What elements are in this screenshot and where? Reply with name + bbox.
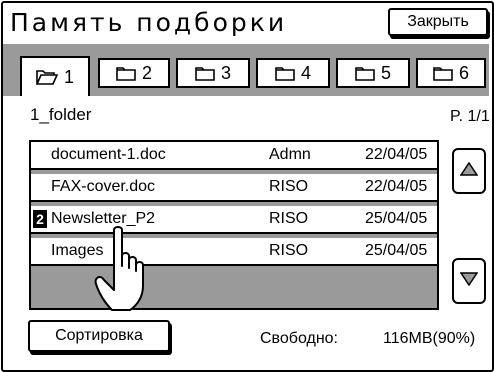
- folder-name: 1_folder: [30, 105, 92, 124]
- file-owner: Admn: [269, 146, 311, 163]
- file-date: 25/04/05: [365, 242, 428, 259]
- tab-label: 2: [141, 62, 152, 83]
- file-owner: RISO: [269, 210, 309, 227]
- folder-icon: [275, 66, 295, 81]
- hand-pointer-icon: [92, 226, 154, 319]
- tab-folder-5[interactable]: 5: [336, 58, 410, 88]
- tab-folder-4[interactable]: 4: [256, 58, 330, 88]
- folder-open-icon: [35, 69, 58, 85]
- page-indicator: P. 1/1: [450, 108, 490, 125]
- tab-label: 1: [63, 66, 74, 87]
- file-owner: RISO: [269, 178, 309, 195]
- tab-label: 3: [220, 62, 231, 83]
- sort-button[interactable]: Сортировка: [28, 320, 170, 352]
- free-space-value: 116MB(90%): [383, 330, 476, 347]
- file-name: FAX-cover.doc: [51, 178, 156, 195]
- folder-icon: [195, 66, 215, 81]
- list-item[interactable]: document-1.doc Admn 22/04/05: [31, 142, 437, 170]
- tab-folder-2[interactable]: 2: [98, 58, 170, 88]
- tab-folder-1[interactable]: 1: [20, 56, 90, 96]
- tab-label: 6: [458, 62, 469, 83]
- folder-icon: [116, 66, 136, 81]
- free-space-label: Свободно:: [260, 330, 338, 347]
- file-date: 22/04/05: [365, 146, 428, 163]
- folder-icon: [355, 66, 375, 81]
- scroll-up-button[interactable]: [452, 148, 486, 194]
- file-list: document-1.doc Admn 22/04/05 FAX-cover.d…: [29, 140, 439, 310]
- file-owner: RISO: [269, 242, 309, 259]
- scroll-down-button[interactable]: [452, 258, 486, 304]
- file-date: 25/04/05: [365, 210, 428, 227]
- page-title: Память подборки: [10, 8, 288, 37]
- tab-folder-6[interactable]: 6: [416, 58, 486, 88]
- close-button[interactable]: Закрыть: [388, 8, 488, 36]
- triangle-up-icon: [459, 161, 479, 181]
- triangle-down-icon: [459, 271, 479, 291]
- file-name: document-1.doc: [51, 146, 166, 163]
- folder-icon: [433, 66, 453, 81]
- tab-folder-3[interactable]: 3: [176, 58, 250, 88]
- tab-label: 4: [300, 62, 311, 83]
- copy-count-badge: 2: [33, 210, 47, 228]
- file-date: 22/04/05: [365, 178, 428, 195]
- list-item[interactable]: FAX-cover.doc RISO 22/04/05: [31, 174, 437, 202]
- tab-label: 5: [380, 62, 391, 83]
